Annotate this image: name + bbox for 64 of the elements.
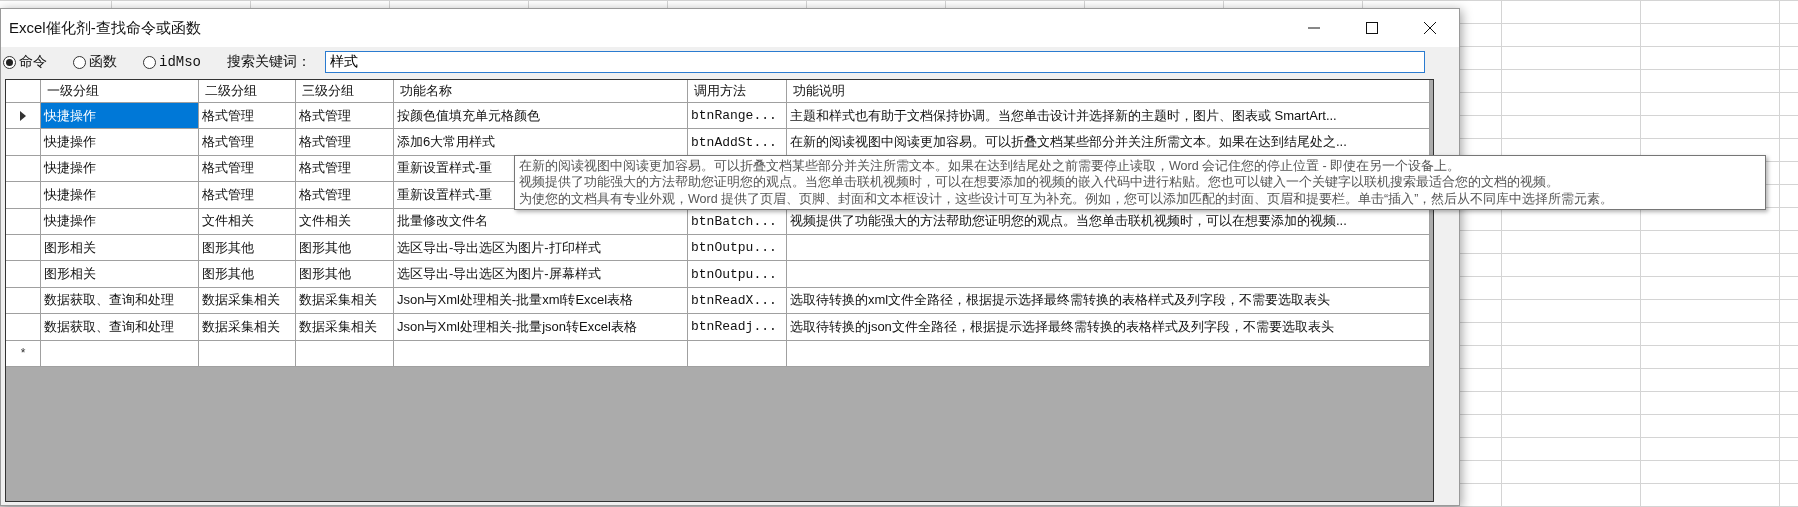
table-cell: 格式管理 (199, 103, 296, 130)
table-cell: 格式管理 (296, 155, 394, 183)
table-cell: 快捷操作 (41, 129, 199, 156)
table-cell: 快捷操作 (41, 182, 199, 209)
table-cell: 图形其他 (296, 261, 394, 288)
column-header[interactable]: 一级分组 (41, 80, 199, 103)
table-cell: 选区导出-导出选区为图片-屏幕样式 (394, 261, 688, 288)
table-cell: Json与Xml处理相关-批量xml转Excel表格 (394, 287, 688, 315)
table-cell: 图形其他 (199, 234, 296, 262)
table-cell: btnReadj... (688, 314, 787, 341)
column-header[interactable]: 二级分组 (199, 80, 296, 103)
current-row-icon (20, 110, 26, 121)
search-label: 搜索关键词： (227, 53, 311, 71)
table-cell: 数据采集相关 (296, 287, 394, 315)
column-header[interactable]: 调用方法 (688, 80, 787, 103)
column-header[interactable]: 功能名称 (394, 80, 688, 103)
table-cell: 数据采集相关 (296, 314, 394, 341)
table-cell: 数据采集相关 (199, 314, 296, 341)
tooltip: 在新的阅读视图中阅读更加容易。可以折叠文档某些部分并关注所需文本。如果在达到结尾处之前需要停止读取，Word 会记住您的停止位置 - 即使在另一个设备上。 视频提供了功能强大的方法帮助您证明您的观点。当您单击联机视频时，可以在想要添加的视频的嵌入代码中进行粘贴。您也可以键入一个关键字以联机搜索最适合您的文档的视频。 为使您的文档具有专业外观，Word 提供了页眉、页脚、封面和文本框设计，这些设计可互为补充。例如，您可以添加匹配的封面、页眉和提要栏。单击“插入”，然后从不同库中选择所需元素。 (514, 154, 1766, 211)
table-cell: 快捷操作 (41, 103, 199, 130)
table-cell: 选取待转换的json文件全路径，根据提示选择最终需转换的表格样式及列字段，不需要选取表头 (787, 314, 1430, 341)
table-cell: Json与Xml处理相关-批量json转Excel表格 (394, 314, 688, 341)
table-cell: btnOutpu... (688, 261, 787, 288)
table-cell: 在新的阅读视图中阅读更加容易。可以折叠文档某些部分并关注所需文本。如果在达到结尾处之... (787, 129, 1430, 156)
table-cell: btnRange... (688, 103, 787, 130)
table-cell: btnOutpu... (688, 234, 787, 262)
table-cell: 格式管理 (199, 129, 296, 156)
table-cell: 图形相关 (41, 234, 199, 262)
table-cell: 按颜色值填充单元格颜色 (394, 103, 688, 130)
table-cell: 数据获取、查询和处理 (41, 314, 199, 341)
table-cell: 数据获取、查询和处理 (41, 287, 199, 315)
new-row-marker: * (6, 340, 41, 367)
table-cell: btnReadX... (688, 287, 787, 315)
table-cell: 数据采集相关 (199, 287, 296, 315)
table-cell: 图形其他 (199, 261, 296, 288)
row-header[interactable] (6, 103, 41, 130)
table-cell: 批量修改文件名 (394, 208, 688, 235)
table-cell: 文件相关 (199, 208, 296, 235)
table-cell: 格式管理 (199, 182, 296, 209)
table-cell: 格式管理 (296, 129, 394, 156)
table-cell: 主题和样式也有助于文档保持协调。当您单击设计并选择新的主题时，图片、图表或 SmartArt... (787, 103, 1430, 130)
table-cell: 格式管理 (199, 155, 296, 183)
column-header[interactable]: 三级分组 (296, 80, 394, 103)
table-cell: 图形相关 (41, 261, 199, 288)
table-cell: btnBatch... (688, 208, 787, 235)
table-cell: 格式管理 (296, 103, 394, 130)
table-cell: 图形其他 (296, 234, 394, 262)
table-cell: 格式管理 (296, 182, 394, 209)
close-icon (1423, 21, 1437, 35)
radio-option[interactable]: idMso (143, 54, 201, 70)
table-cell: 添加6大常用样式 (394, 129, 688, 156)
table-cell: 文件相关 (296, 208, 394, 235)
radio-option[interactable]: 函数 (73, 53, 117, 71)
table-cell: 选取待转换的xml文件全路径，根据提示选择最终需转换的表格样式及列字段，不需要选取表头 (787, 287, 1430, 315)
table-cell: 选区导出-导出选区为图片-打印样式 (394, 234, 688, 262)
column-header[interactable]: 功能说明 (787, 80, 1430, 103)
table-cell: 快捷操作 (41, 155, 199, 183)
table-cell: 快捷操作 (41, 208, 199, 235)
table-cell: btnAddSt... (688, 129, 787, 156)
search-field[interactable]: 样式 (325, 51, 1425, 73)
maximize-icon (1365, 21, 1379, 35)
radio-option[interactable]: 命令 (3, 53, 47, 71)
window-title: Excel催化剂-查找命令或函数 (9, 18, 202, 38)
table-cell: 视频提供了功能强大的方法帮助您证明您的观点。当您单击联机视频时，可以在想要添加的视频... (787, 208, 1430, 235)
